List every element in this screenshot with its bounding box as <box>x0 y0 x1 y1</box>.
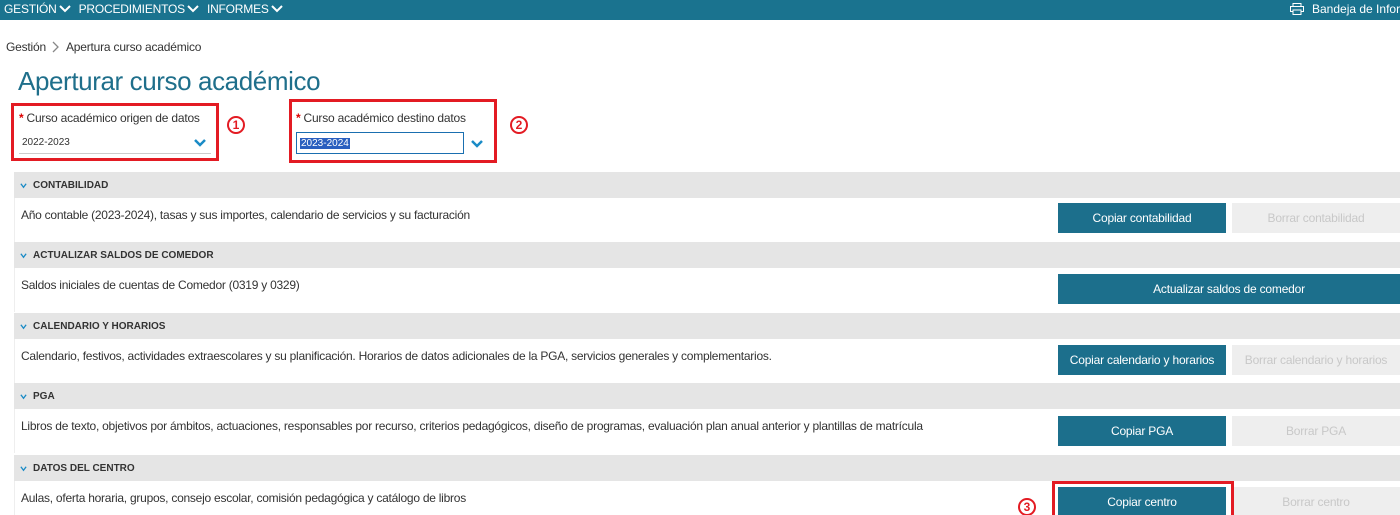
copy-pga-button[interactable]: Copiar PGA <box>1058 416 1226 446</box>
section-title: CALENDARIO Y HORARIOS <box>33 320 166 332</box>
breadcrumb-root[interactable]: Gestión <box>6 40 46 54</box>
section-description: Calendario, festivos, actividades extrae… <box>21 349 772 363</box>
report-inbox-link[interactable]: Bandeja de Informe <box>1290 2 1400 16</box>
section-title: DATOS DEL CENTRO <box>33 462 135 474</box>
section-header-saldos-comedor[interactable]: ACTUALIZAR SALDOS DE COMEDOR <box>14 242 1400 268</box>
delete-pga-button[interactable]: Borrar PGA <box>1232 416 1400 446</box>
update-canteen-balances-button[interactable]: Actualizar saldos de comedor <box>1058 274 1400 304</box>
printer-icon <box>1290 3 1304 15</box>
required-marker: * <box>296 111 301 125</box>
menu-informes-label: INFORMES <box>206 2 269 16</box>
menu-procedimientos-label: PROCEDIMIENTOS <box>78 2 186 16</box>
chevron-down-icon <box>187 5 199 13</box>
caret-down-icon <box>20 323 27 329</box>
destination-course-label: * Curso académico destino datos <box>296 111 466 125</box>
section-header-pga[interactable]: PGA <box>14 383 1400 409</box>
origin-course-label-text: Curso académico origen de datos <box>26 111 200 125</box>
required-marker: * <box>19 111 24 125</box>
origin-course-label: * Curso académico origen de datos <box>19 111 200 125</box>
copy-calendar-button[interactable]: Copiar calendario y horarios <box>1058 345 1226 375</box>
menu-gestion[interactable]: GESTIÓN <box>4 2 71 16</box>
caret-down-icon <box>20 182 27 188</box>
caret-down-icon <box>20 393 27 399</box>
section-header-contabilidad[interactable]: CONTABILIDAD <box>14 172 1400 198</box>
origin-course-select[interactable]: 2022-2023 <box>19 132 211 154</box>
top-navigation-bar: GESTIÓN PROCEDIMIENTOS INFORMES Bandeja … <box>0 0 1400 20</box>
destination-course-label-text: Curso académico destino datos <box>303 111 466 125</box>
chevron-down-icon[interactable] <box>470 137 484 151</box>
delete-center-button[interactable]: Borrar centro <box>1232 487 1400 515</box>
origin-course-field: * Curso académico origen de datos <box>19 111 200 125</box>
main-menu: GESTIÓN PROCEDIMIENTOS INFORMES <box>4 2 283 16</box>
copy-accounting-button[interactable]: Copiar contabilidad <box>1058 203 1226 233</box>
section-header-datos-centro[interactable]: DATOS DEL CENTRO <box>14 455 1400 481</box>
delete-accounting-button[interactable]: Borrar contabilidad <box>1232 203 1400 233</box>
caret-down-icon <box>20 252 27 258</box>
menu-informes[interactable]: INFORMES <box>207 2 283 16</box>
section-title: PGA <box>33 390 55 402</box>
section-description: Libros de texto, objetivos por ámbitos, … <box>21 419 923 433</box>
section-description: Aulas, oferta horaria, grupos, consejo e… <box>21 491 466 505</box>
step-2-marker: 2 <box>510 116 528 134</box>
section-description: Saldos iniciales de cuentas de Comedor (… <box>21 278 300 292</box>
destination-course-select[interactable]: 2023-2024 <box>296 132 464 154</box>
chevron-right-icon <box>52 41 59 53</box>
step-1-marker: 1 <box>227 116 245 134</box>
report-inbox-label: Bandeja de Informe <box>1312 2 1400 16</box>
menu-procedimientos[interactable]: PROCEDIMIENTOS <box>79 2 199 16</box>
destination-course-field: * Curso académico destino datos <box>296 111 466 125</box>
chevron-down-icon <box>194 139 206 147</box>
section-title: CONTABILIDAD <box>33 179 109 191</box>
page-title: Aperturar curso académico <box>18 66 321 96</box>
breadcrumb: Gestión Apertura curso académico <box>6 40 201 54</box>
destination-course-value: 2023-2024 <box>300 137 350 149</box>
section-header-calendario[interactable]: CALENDARIO Y HORARIOS <box>14 313 1400 339</box>
chevron-down-icon <box>58 5 71 13</box>
section-description: Año contable (2023-2024), tasas y sus im… <box>21 208 470 222</box>
highlight-copy-center <box>1052 481 1234 515</box>
step-3-marker: 3 <box>1018 498 1036 515</box>
delete-calendar-button[interactable]: Borrar calendario y horarios <box>1232 345 1400 375</box>
chevron-down-icon <box>270 5 283 13</box>
origin-course-value: 2022-2023 <box>22 137 70 148</box>
section-title: ACTUALIZAR SALDOS DE COMEDOR <box>33 249 214 261</box>
menu-gestion-label: GESTIÓN <box>4 2 57 16</box>
breadcrumb-current: Apertura curso académico <box>65 40 202 54</box>
caret-down-icon <box>20 465 27 471</box>
